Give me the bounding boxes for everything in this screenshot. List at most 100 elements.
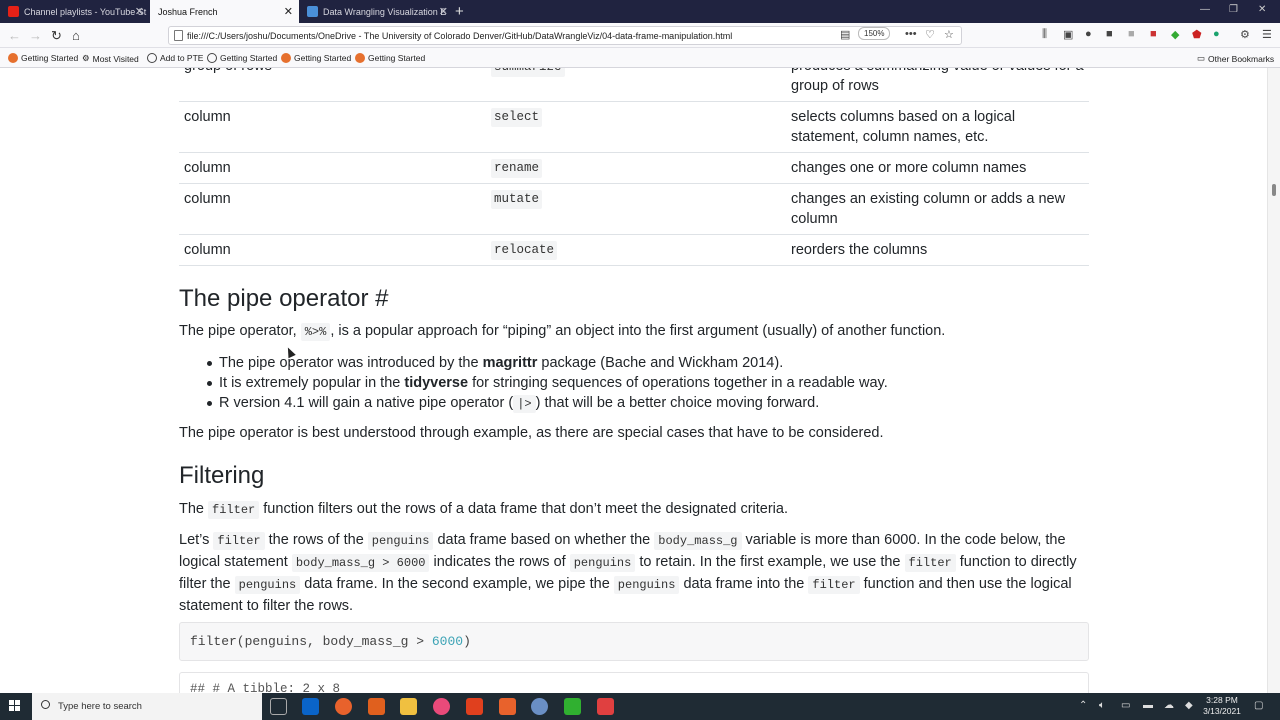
close-tab-icon[interactable]: ✕	[135, 5, 144, 18]
inline-code: penguins	[234, 576, 301, 594]
code-block[interactable]: filter(penguins, body_mass_g > 6000)	[179, 622, 1089, 661]
task-view-icon[interactable]	[270, 698, 287, 715]
other-bookmarks[interactable]: ▭ Other Bookmarks	[1197, 53, 1274, 64]
inline-code: body_mass_g > 6000	[291, 554, 430, 572]
inline-code: penguins	[613, 576, 680, 594]
youtube-icon	[8, 6, 19, 17]
recorder-icon[interactable]	[597, 698, 614, 715]
table-row: column rename changes one or more column…	[179, 153, 1089, 184]
bookmark-star-icon[interactable]: ☆	[944, 28, 954, 41]
onedrive-icon[interactable]: ☁	[1164, 700, 1174, 711]
music-icon[interactable]	[433, 698, 450, 715]
table-cell: produces a summarizing value or values f…	[791, 68, 1084, 94]
file-explorer-icon[interactable]	[400, 698, 417, 715]
table-cell-code: select	[491, 108, 543, 127]
new-tab-button[interactable]: +	[455, 3, 464, 20]
page-info-icon[interactable]	[174, 30, 183, 41]
app-icon[interactable]	[466, 698, 483, 715]
back-icon[interactable]: ←	[8, 28, 21, 43]
home-icon[interactable]: ⌂	[72, 28, 80, 43]
gear-icon: ⚙	[82, 53, 90, 63]
app-icon[interactable]	[499, 698, 516, 715]
camtasia-icon[interactable]	[564, 698, 581, 715]
extension-icon[interactable]: ◆	[1171, 28, 1179, 41]
tab-bar: Channel playlists - YouTube St ✕ Joshua …	[0, 0, 1280, 23]
battery-icon[interactable]: ▭	[1121, 700, 1130, 711]
library-icon[interactable]: ⫼	[1042, 28, 1047, 41]
network-icon[interactable]: ▬	[1143, 700, 1153, 711]
reader-view-icon[interactable]: ▤	[840, 28, 850, 41]
account-icon[interactable]: ●	[1085, 28, 1092, 40]
bookmark-getting-started[interactable]: Getting Started	[281, 53, 351, 63]
bookmark-getting-started[interactable]: Getting Started	[8, 53, 78, 63]
firefox-icon	[281, 53, 291, 63]
close-tab-icon[interactable]: ✕	[284, 5, 293, 18]
windows-start-button[interactable]	[9, 700, 21, 712]
extensions-icon[interactable]: ⚙	[1240, 28, 1250, 41]
bookmark-getting-started[interactable]: Getting Started	[355, 53, 425, 63]
extension-icon[interactable]: ■	[1106, 28, 1113, 40]
page-actions-icon[interactable]: •••	[905, 28, 917, 40]
outlook-icon[interactable]	[302, 698, 319, 715]
close-window-icon[interactable]: ✕	[1258, 4, 1266, 15]
list-item: It is extremely popular in the tidyverse…	[200, 373, 1080, 393]
extension-icon[interactable]: ■	[1150, 28, 1157, 40]
inline-code: filter	[213, 532, 265, 550]
firefox-icon[interactable]	[335, 698, 352, 715]
r-icon[interactable]	[531, 698, 548, 715]
bookmark-getting-started[interactable]: Getting Started	[207, 53, 277, 63]
bullet-list: The pipe operator was introduced by the …	[200, 353, 1080, 414]
grammarly-icon[interactable]: ●	[1213, 28, 1220, 40]
globe-icon	[147, 53, 157, 63]
menu-icon[interactable]: ☰	[1262, 28, 1272, 41]
bookmark-add-to-pte[interactable]: Add to PTE	[147, 53, 203, 63]
inline-code: filter	[808, 576, 860, 594]
ublock-icon[interactable]: ⬟	[1192, 28, 1202, 41]
scrollbar-thumb[interactable]	[1272, 184, 1276, 196]
page-icon	[307, 6, 318, 17]
table-cell: column	[184, 191, 231, 207]
dropbox-icon[interactable]: ◆	[1185, 700, 1193, 711]
paragraph: The pipe operator is best understood thr…	[179, 425, 884, 441]
extension-icon[interactable]: ■	[1128, 28, 1135, 40]
firefox-icon	[8, 53, 18, 63]
volume-icon[interactable]: 🔈︎	[1099, 700, 1105, 711]
table-cell: changes an existing column or adds a new…	[791, 191, 1066, 227]
scrollbar[interactable]	[1267, 68, 1280, 693]
tab-label: Joshua French	[158, 6, 218, 17]
table-cell: column	[184, 160, 231, 176]
table-cell: selects columns based on a logical state…	[791, 109, 1016, 145]
globe-icon	[207, 53, 217, 63]
taskbar: Type here to search ⌃ 🔈︎ ▭ ▬ ☁ ◆ 3:28 PM…	[0, 693, 1280, 720]
search-icon	[41, 700, 50, 709]
output-block: ## # A tibble: 2 x 8	[179, 672, 1089, 693]
forward-icon[interactable]: →	[29, 28, 42, 43]
tab-data-wrangling[interactable]: Data Wrangling Visualization E ✕	[299, 0, 454, 23]
close-tab-icon[interactable]: ✕	[439, 5, 448, 18]
tab-youtube[interactable]: Channel playlists - YouTube St ✕	[0, 0, 150, 23]
minimize-icon[interactable]: —	[1200, 4, 1210, 15]
table-cell-code: relocate	[491, 241, 558, 260]
table-cell: reorders the columns	[791, 242, 928, 258]
pocket-icon[interactable]: ♡	[925, 28, 935, 41]
zoom-level[interactable]: 150%	[858, 27, 891, 40]
taskbar-search[interactable]: Type here to search	[32, 693, 262, 720]
tray-chevron-icon[interactable]: ⌃	[1079, 700, 1087, 711]
notifications-icon[interactable]: ▢	[1254, 700, 1263, 711]
bookmark-most-visited[interactable]: ⚙ Most Visited	[82, 53, 139, 64]
sidebar-icon[interactable]: ▣	[1063, 28, 1073, 41]
tab-joshua-french[interactable]: Joshua French ✕	[150, 0, 299, 23]
restore-icon[interactable]: ❐	[1229, 4, 1238, 15]
paragraph: The pipe operator, %>%, is a popular app…	[179, 323, 946, 341]
anchor-link[interactable]: #	[375, 285, 388, 312]
page-content: group of rows summarize produces a summa…	[0, 68, 1267, 693]
paragraph: The filter function filters out the rows…	[179, 501, 788, 519]
table-cell: column	[184, 109, 231, 125]
search-placeholder: Type here to search	[58, 701, 142, 712]
tab-label: Channel playlists - YouTube St	[24, 6, 147, 17]
inline-code: penguins	[367, 532, 434, 550]
app-icon[interactable]	[368, 698, 385, 715]
tab-label: Data Wrangling Visualization E	[323, 6, 447, 17]
reload-icon[interactable]: ↻	[51, 28, 62, 44]
clock[interactable]: 3:28 PM 3/13/2021	[1198, 695, 1246, 717]
